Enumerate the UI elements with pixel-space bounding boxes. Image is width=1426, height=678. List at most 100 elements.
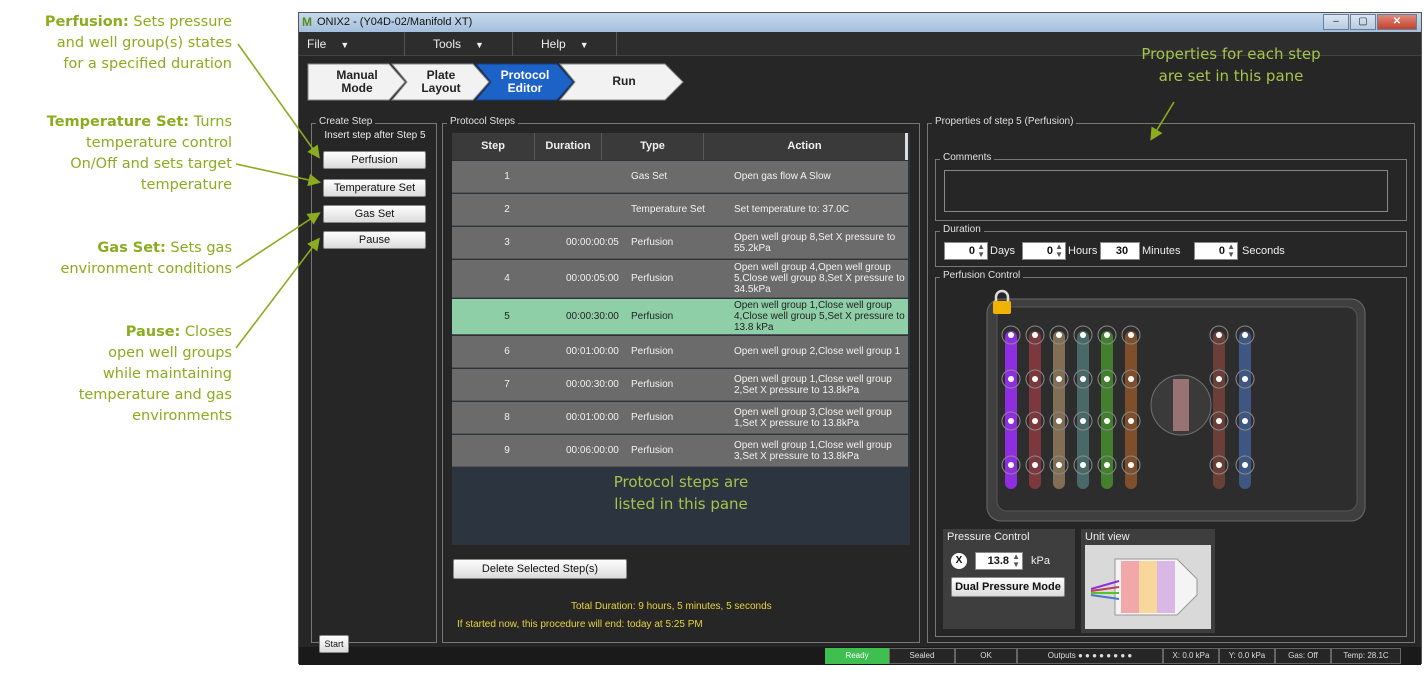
delete-selected-steps-button[interactable]: Delete Selected Step(s)	[453, 559, 627, 579]
minutes-field[interactable]: 30	[1100, 242, 1140, 260]
window-controls: – ▢ ✕	[1322, 14, 1417, 30]
comments-field[interactable]	[944, 170, 1388, 212]
start-button[interactable]: Start	[319, 635, 349, 653]
cell-action: Open well group 4,Open well group 5,Clos…	[734, 262, 905, 295]
well-dot	[1056, 332, 1062, 338]
table-row-selected[interactable]: 5 00:00:30:00 Perfusion Open well group …	[452, 299, 908, 335]
table-row[interactable]: 3 00:00:00:05 Perfusion Open well group …	[452, 227, 908, 259]
lock-icon[interactable]	[991, 289, 1013, 315]
annotation-text: while maintaining	[102, 366, 232, 382]
well-dot	[1008, 332, 1014, 338]
menu-tools-label: Tools	[433, 37, 462, 51]
well-dot	[1128, 376, 1134, 382]
menu-tools[interactable]: Tools ▼	[405, 32, 513, 56]
table-row[interactable]: 9 00:06:00:00 Perfusion Open well group …	[452, 435, 908, 467]
cell-type: Perfusion	[631, 412, 674, 423]
annotation-text: listed in this pane	[614, 495, 748, 513]
annotation-text: temperature	[140, 177, 232, 193]
table-row[interactable]: 1 Gas Set Open gas flow A Slow	[452, 161, 908, 193]
table-row[interactable]: 6 00:01:00:00 Perfusion Open well group …	[452, 336, 908, 368]
column-header-duration[interactable]: Duration	[535, 133, 602, 160]
menu-help[interactable]: Help ▼	[513, 32, 617, 56]
cell-type: Gas Set	[631, 171, 668, 182]
gas-set-button[interactable]: Gas Set	[323, 205, 426, 223]
well-dot	[1128, 418, 1134, 424]
spinner-icon[interactable]: ▲ ▼	[1012, 553, 1020, 569]
cell-step: 1	[504, 171, 510, 182]
annotation-text: for a specified duration	[63, 56, 232, 72]
column-header-type[interactable]: Type	[602, 133, 704, 160]
well-dot	[1128, 332, 1134, 338]
hours-label: Hours	[1068, 245, 1098, 257]
spinner-icon[interactable]: ▲ ▼	[1227, 243, 1235, 259]
protocol-steps-table: Step Duration Type Action 1 Gas Set Open…	[452, 133, 910, 545]
well-dot	[1104, 376, 1110, 382]
pressure-channel-badge: X	[951, 553, 967, 569]
window-title: ONIX2 - (Y04D-02/Manifold XT)	[317, 16, 473, 28]
seconds-stepper[interactable]: 0 ▲ ▼	[1194, 242, 1238, 260]
status-temperature: Temp: 28.1C	[1331, 648, 1401, 664]
temperature-set-button[interactable]: Temperature Set	[323, 179, 426, 197]
spinner-icon[interactable]: ▲ ▼	[977, 243, 985, 259]
annotation-text: temperature control	[85, 135, 232, 151]
table-row[interactable]: 4 00:00:05:00 Perfusion Open well group …	[452, 260, 908, 298]
cell-duration: 00:06:00:00	[566, 445, 619, 456]
cell-step: 4	[504, 273, 510, 284]
seconds-label: Seconds	[1242, 245, 1285, 257]
status-outputs: Outputs ● ● ● ● ● ● ● ●	[1017, 648, 1163, 664]
annotation-text: environments	[132, 408, 232, 424]
well-dot	[1032, 332, 1038, 338]
annotation-text: are set in this pane	[1158, 67, 1304, 85]
cell-action: Open gas flow A Slow	[734, 171, 831, 182]
cell-action: Open well group 8,Set X pressure to 55.2…	[734, 231, 896, 254]
unit-strip	[1139, 561, 1157, 613]
annotation-text: temperature and gas	[78, 387, 232, 403]
cell-duration: 00:00:30:00	[566, 311, 619, 322]
close-button[interactable]: ✕	[1377, 14, 1417, 30]
chevron-down-icon: ▼	[340, 40, 350, 50]
pause-button[interactable]: Pause	[323, 231, 426, 249]
app-logo-icon: M	[302, 15, 312, 29]
well-dot	[1216, 376, 1222, 382]
hours-value: 0	[1046, 245, 1053, 257]
unit-view-label: Unit view	[1085, 531, 1130, 543]
protocol-steps-label: Protocol Steps	[447, 116, 519, 127]
days-stepper[interactable]: 0 ▲ ▼	[944, 242, 988, 260]
title-bar: M ONIX2 - (Y04D-02/Manifold XT) – ▢ ✕	[299, 13, 1421, 32]
comments-group: Comments	[935, 152, 1407, 221]
perfusion-button[interactable]: Perfusion	[323, 151, 426, 169]
annotation-gas-set: Gas Set: Sets gas environment conditions	[0, 238, 232, 280]
maximize-button[interactable]: ▢	[1350, 14, 1376, 30]
menu-file[interactable]: File ▼	[299, 32, 405, 56]
well-dot	[1242, 332, 1248, 338]
cell-action: Open well group 2,Close well group 1	[734, 346, 901, 357]
plate-columns	[1001, 325, 1255, 489]
table-row[interactable]: 8 00:01:00:00 Perfusion Open well group …	[452, 402, 908, 434]
column-header-step[interactable]: Step	[452, 133, 535, 160]
table-row[interactable]: 2 Temperature Set Set temperature to: 37…	[452, 194, 908, 226]
cell-step: 5	[504, 311, 510, 322]
dual-pressure-mode-button[interactable]: Dual Pressure Mode	[951, 577, 1065, 597]
well-dot	[1128, 462, 1134, 468]
well-dot	[1080, 418, 1086, 424]
hours-stepper[interactable]: 0 ▲ ▼	[1022, 242, 1066, 260]
column-header-action[interactable]: Action	[704, 133, 908, 160]
crumb-run[interactable]: Run	[559, 62, 689, 102]
well-dot	[1242, 462, 1248, 468]
status-gas: Gas: Off	[1275, 648, 1331, 664]
well-dot	[1104, 332, 1110, 338]
annotation-text: Sets gas	[165, 240, 232, 256]
pressure-value: 13.8	[987, 555, 1009, 567]
well-dot	[1080, 376, 1086, 382]
cell-step: 9	[504, 445, 510, 456]
comments-label: Comments	[940, 152, 995, 163]
well-dot	[1032, 376, 1038, 382]
manifold-plate-diagram[interactable]	[949, 295, 1404, 527]
pressure-stepper[interactable]: 13.8 ▲ ▼	[975, 552, 1023, 570]
annotation-pause: Pause: Closes open well groups while mai…	[0, 322, 232, 427]
cell-type: Temperature Set	[631, 204, 705, 215]
spinner-icon[interactable]: ▲ ▼	[1055, 243, 1063, 259]
menu-file-label: File	[307, 37, 327, 51]
table-row[interactable]: 7 00:00:30:00 Perfusion Open well group …	[452, 369, 908, 401]
minimize-button[interactable]: –	[1323, 14, 1349, 30]
